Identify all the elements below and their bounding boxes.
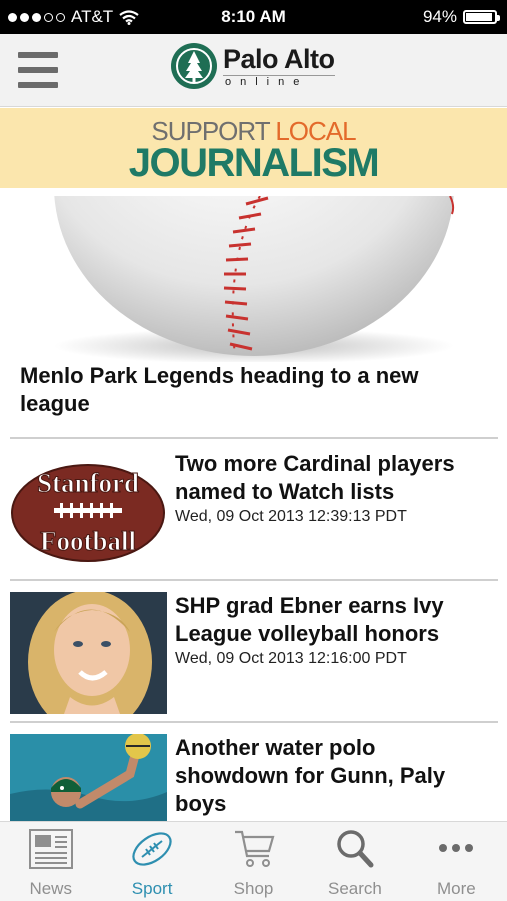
article-date: Wed, 09 Oct 2013 12:39:13 PDT bbox=[175, 508, 407, 525]
battery-icon bbox=[463, 10, 500, 24]
featured-story[interactable]: Menlo Park Legends heading to a new leag… bbox=[10, 196, 498, 428]
logo-title: Palo Alto bbox=[223, 43, 335, 74]
portrait-image bbox=[10, 592, 167, 714]
divider bbox=[10, 437, 498, 439]
tab-news[interactable]: News bbox=[0, 822, 101, 901]
svg-text:Stanford: Stanford bbox=[37, 468, 139, 498]
banner-line-2: JOURNALISM bbox=[128, 141, 380, 185]
water-polo-image bbox=[10, 734, 167, 830]
app-logo: Palo Alto online bbox=[171, 43, 335, 89]
article-title: Another water polo showdown for Gunn, Pa… bbox=[175, 735, 446, 816]
baseball-image bbox=[54, 196, 455, 362]
svg-text:Football: Football bbox=[40, 526, 137, 556]
divider bbox=[10, 579, 498, 581]
tab-label: Shop bbox=[233, 879, 274, 898]
article-title: SHP grad Ebner earns Ivy League volleyba… bbox=[175, 593, 444, 646]
list-item[interactable]: Stanford Football Two more Cardinal play… bbox=[10, 442, 498, 572]
tree-logo-icon bbox=[171, 43, 217, 89]
list-item[interactable]: SHP grad Ebner earns Ivy League volleyba… bbox=[10, 584, 498, 714]
bottom-tab-bar: News Sport Shop Search More bbox=[0, 821, 507, 901]
support-banner[interactable]: SUPPORT LOCAL JOURNALISM bbox=[0, 108, 507, 188]
battery-percent: 94% bbox=[422, 7, 457, 26]
battery-group: 94% bbox=[422, 7, 500, 27]
divider bbox=[10, 721, 498, 723]
stanford-football-logo-image: Stanford Football bbox=[10, 450, 167, 572]
search-icon bbox=[337, 830, 374, 868]
hamburger-icon[interactable] bbox=[18, 50, 58, 90]
article-date: Wed, 09 Oct 2013 12:16:00 PDT bbox=[175, 650, 407, 667]
tab-label: Sport bbox=[131, 879, 173, 898]
newspaper-icon bbox=[28, 829, 73, 869]
status-bar: AT&T 8:10 AM 94% bbox=[0, 0, 507, 34]
logo-subtitle: online bbox=[223, 74, 335, 88]
tab-label: News bbox=[29, 879, 72, 898]
tab-label: Search bbox=[327, 879, 382, 898]
tab-search[interactable]: Search bbox=[304, 822, 405, 901]
football-icon bbox=[132, 832, 172, 866]
more-icon bbox=[439, 844, 474, 852]
tab-more[interactable]: More bbox=[406, 822, 507, 901]
app-header: Palo Alto online bbox=[0, 34, 507, 107]
tab-label: More bbox=[436, 879, 476, 898]
article-title: Two more Cardinal players named to Watch… bbox=[175, 451, 455, 504]
tab-shop[interactable]: Shop bbox=[203, 822, 304, 901]
cart-icon bbox=[234, 830, 274, 867]
tab-sport[interactable]: Sport bbox=[101, 822, 202, 901]
featured-story-title: Menlo Park Legends heading to a new leag… bbox=[20, 363, 419, 416]
